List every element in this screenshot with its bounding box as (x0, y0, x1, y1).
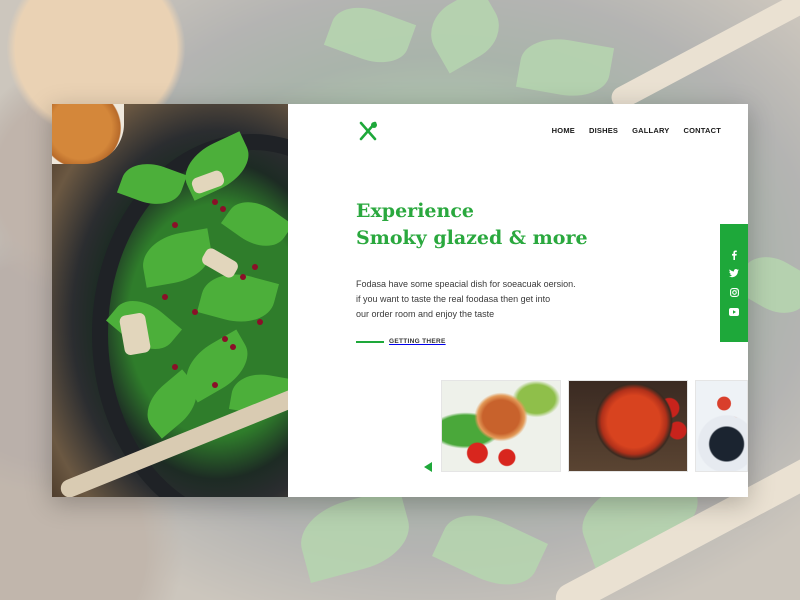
twitter-icon[interactable] (728, 268, 740, 280)
instagram-icon[interactable] (728, 287, 740, 299)
getting-there-link[interactable]: GETTING THERE (356, 338, 446, 345)
nav-contact[interactable]: CONTACT (683, 126, 721, 135)
arrow-left-icon[interactable] (424, 462, 432, 472)
hero-title-line1: Experience (356, 200, 474, 222)
fork-knife-icon[interactable] (357, 120, 379, 142)
gallery-thumb-seafood[interactable] (695, 380, 748, 472)
gallery-thumb-salmon[interactable] (441, 380, 561, 472)
social-links (720, 224, 748, 342)
hero-desc-line2: if you want to taste the real foodasa th… (356, 294, 551, 304)
nav-gallery[interactable]: GALLARY (632, 126, 669, 135)
cta-line-decoration (356, 340, 384, 343)
gallery-thumb-shakshuka[interactable] (568, 380, 688, 472)
hero-title: Experience Smoky glazed & more (356, 198, 676, 252)
landing-card: HOME DISHES GALLARY CONTACT Experience S… (52, 104, 748, 497)
hero-description: Fodasa have some speacial dish for soeac… (356, 277, 656, 322)
nav-home[interactable]: HOME (552, 126, 575, 135)
main-nav: HOME DISHES GALLARY CONTACT (552, 126, 721, 135)
hero-desc-line1: Fodasa have some speacial dish for soeac… (356, 279, 576, 289)
youtube-icon[interactable] (728, 306, 740, 318)
hero-desc-line3: our order room and enjoy the taste (356, 309, 495, 319)
facebook-icon[interactable] (728, 249, 740, 261)
cta-label: GETTING THERE (389, 338, 446, 345)
hero-title-line2: Smoky glazed & more (356, 227, 588, 249)
nav-dishes[interactable]: DISHES (589, 126, 618, 135)
salad-bowl-photo (52, 104, 288, 497)
